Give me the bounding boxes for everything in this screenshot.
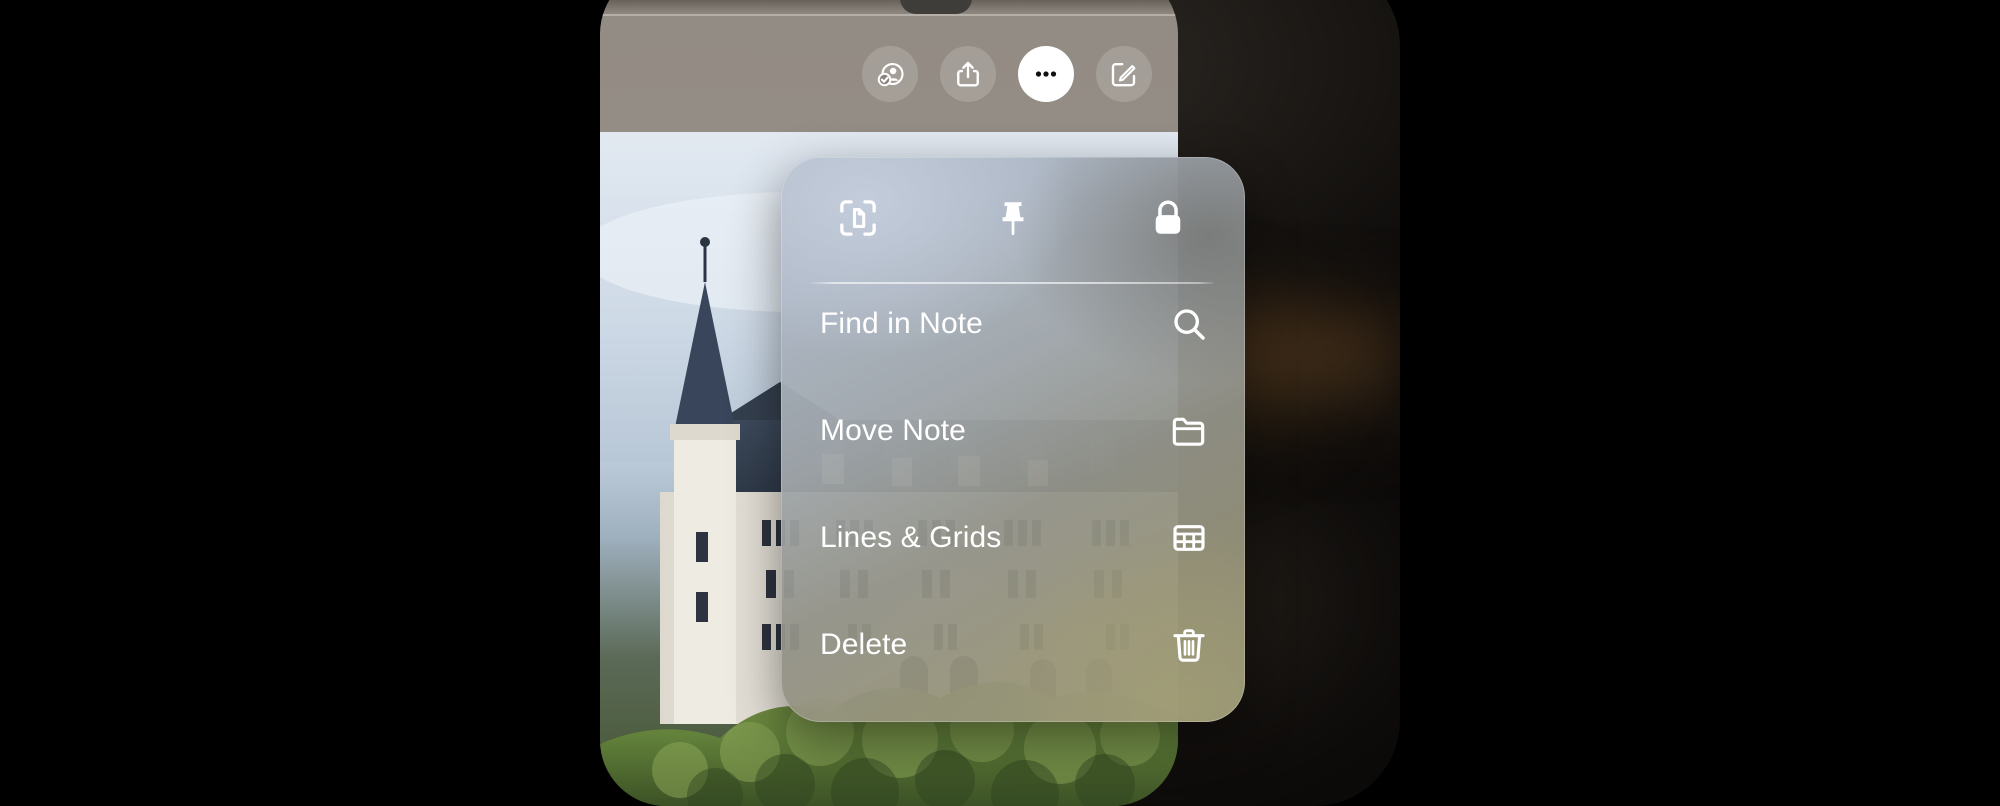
collaborate-button[interactable] — [862, 46, 918, 102]
ellipsis-icon — [1031, 59, 1061, 89]
share-button[interactable] — [940, 46, 996, 102]
lock-note-button[interactable] — [1090, 157, 1245, 283]
lock-icon — [1146, 196, 1190, 245]
menu-item-label: Lines & Grids — [820, 521, 1002, 554]
share-icon — [953, 59, 983, 89]
menu-spacer — [781, 578, 1245, 605]
pin-note-button[interactable] — [936, 157, 1091, 283]
more-options-button[interactable] — [1018, 46, 1074, 102]
person-badge-check-icon — [875, 59, 905, 89]
compose-icon — [1109, 59, 1139, 89]
context-menu-items: Find in Note Move Note Lines & Grids Del… — [781, 284, 1245, 722]
menu-item-label: Delete — [820, 628, 908, 661]
grid-icon — [1169, 518, 1209, 558]
dynamic-island — [900, 0, 972, 14]
menu-item-lines-grids[interactable]: Lines & Grids — [781, 498, 1245, 578]
menu-item-delete[interactable]: Delete — [781, 605, 1245, 685]
search-icon — [1169, 304, 1209, 344]
menu-item-find-in-note[interactable]: Find in Note — [781, 284, 1245, 364]
folder-icon — [1169, 411, 1209, 451]
scan-document-icon — [836, 196, 880, 245]
screenshot-stage: Find in Note Move Note Lines & Grids Del… — [0, 0, 2000, 806]
menu-item-label: Move Note — [820, 414, 966, 447]
context-menu-divider — [810, 282, 1214, 284]
menu-item-move-note[interactable]: Move Note — [781, 391, 1245, 471]
menu-spacer — [781, 471, 1245, 498]
menu-spacer — [781, 364, 1245, 391]
context-menu: Find in Note Move Note Lines & Grids Del… — [781, 157, 1245, 722]
pin-icon — [991, 196, 1035, 245]
menu-item-label: Find in Note — [820, 307, 983, 340]
scan-document-button[interactable] — [781, 157, 936, 283]
trash-icon — [1169, 625, 1209, 665]
note-toolbar-buttons — [600, 16, 1178, 132]
compose-button[interactable] — [1096, 46, 1152, 102]
context-menu-icon-row — [781, 157, 1245, 283]
